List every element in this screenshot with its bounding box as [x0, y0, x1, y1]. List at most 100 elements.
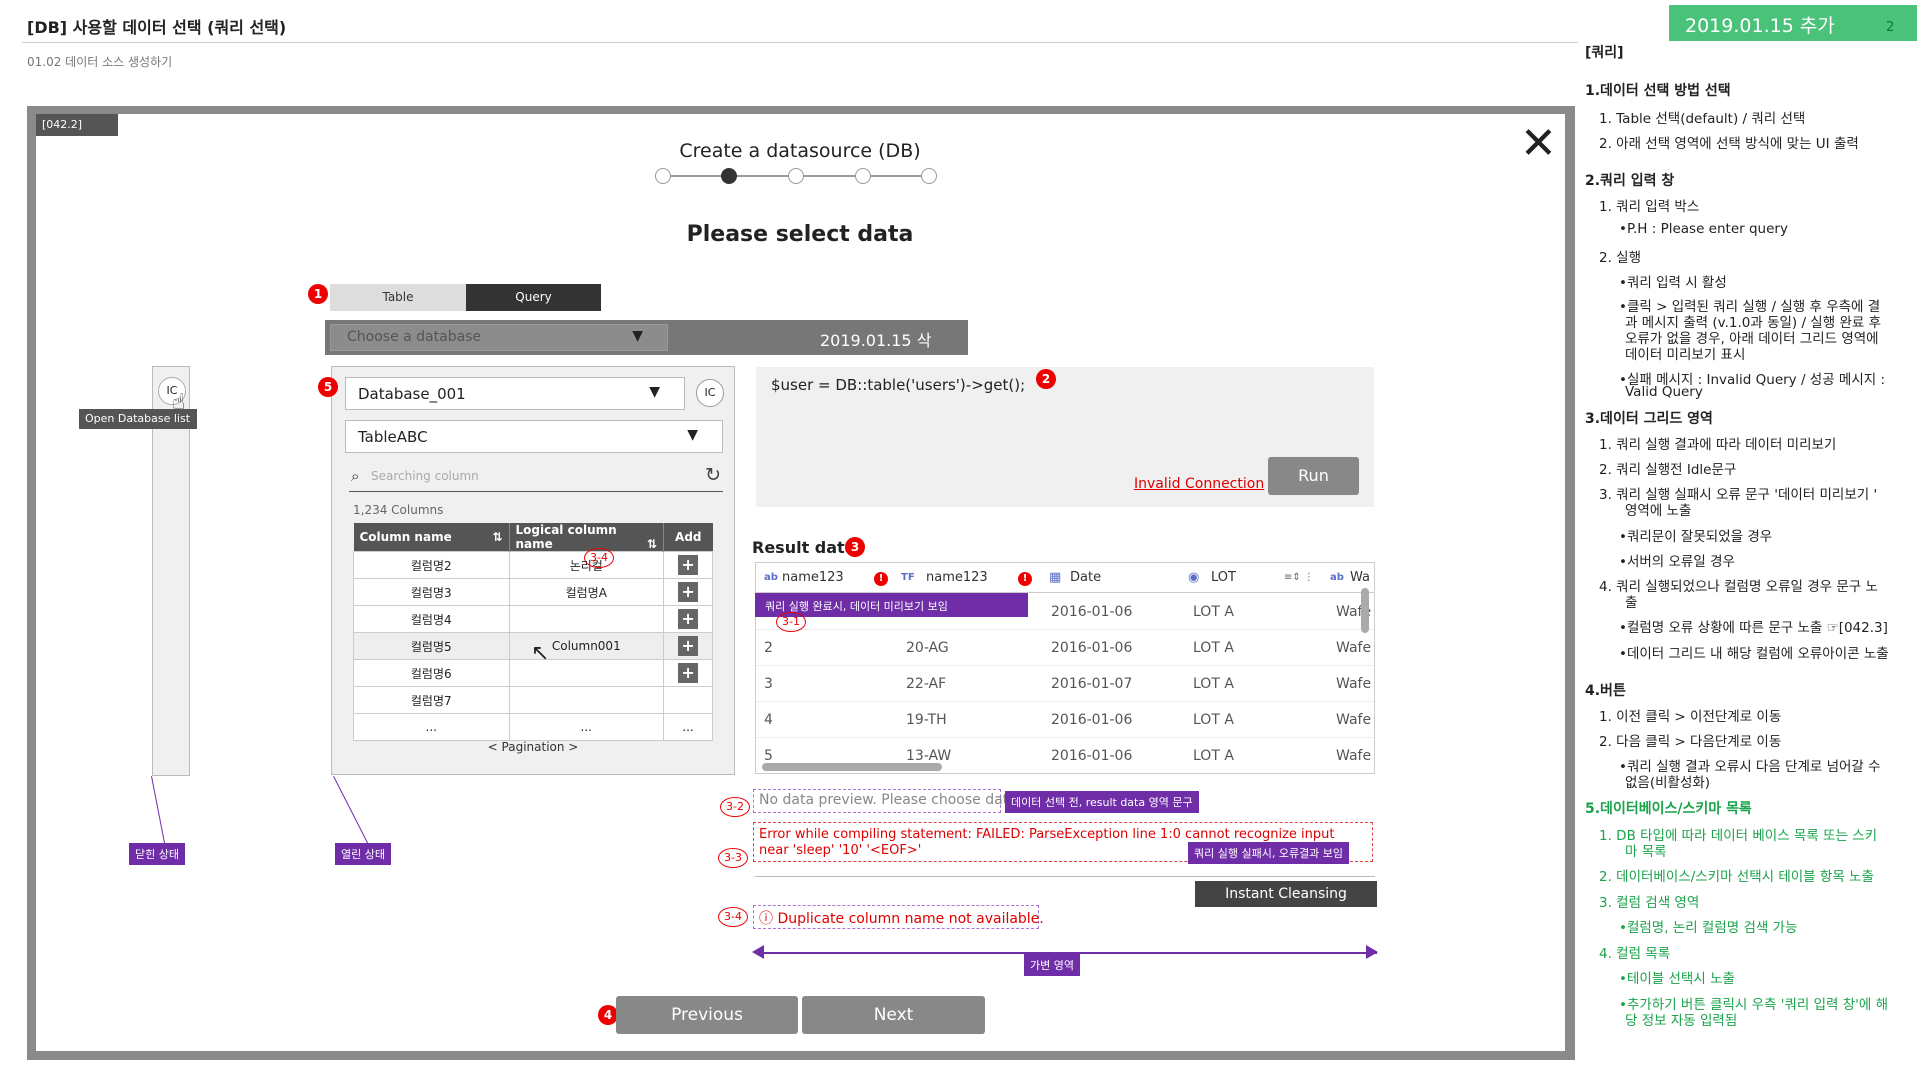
sort-icon[interactable]: ⇅: [647, 537, 657, 551]
note-line: 3. 컬럼 검색 영역: [1599, 895, 1700, 911]
grid-cell: Wafe: [1336, 748, 1372, 764]
header-divider: [22, 42, 1578, 43]
previous-button[interactable]: Previous: [616, 996, 798, 1034]
query-text[interactable]: $user = DB::table('users')->get();: [771, 376, 1025, 394]
add-column-button[interactable]: +: [678, 636, 699, 656]
note-line: •컬럼명, 논리 컬럼명 검색 가능: [1619, 920, 1798, 936]
grid-col-header[interactable]: name123: [926, 570, 988, 585]
logical-column-header-label: Logical column name: [515, 523, 617, 551]
sort-icon[interactable]: ≡⇕ ⋮: [1284, 572, 1314, 583]
refresh-icon[interactable]: ↻: [705, 464, 721, 486]
add-column-button[interactable]: +: [678, 582, 699, 602]
note-line: 1. 이전 클릭 > 이전단계로 이동: [1599, 709, 1782, 725]
step-dot: [855, 168, 871, 184]
note-line: 1. Table 선택(default) / 쿼리 선택: [1599, 111, 1806, 127]
vertical-scrollbar[interactable]: [1361, 588, 1369, 633]
info-icon: ⓘ: [759, 911, 778, 927]
annotation-badge-3-4: 3-4: [584, 548, 614, 568]
duplicate-text: Duplicate column name not available.: [777, 911, 1044, 927]
table-select[interactable]: TableABC ▼: [345, 420, 723, 453]
note-line: 4. 컬럼 목록: [1599, 946, 1671, 962]
string-type-icon: ab: [764, 572, 778, 583]
note-line: 데이터 미리보기 표시: [1625, 347, 1746, 363]
column-name-cell: ...: [353, 713, 510, 741]
arrow-right-icon: [1366, 945, 1378, 959]
grid-cell: 2: [764, 640, 773, 656]
error-icon: !: [1018, 572, 1032, 586]
database-select[interactable]: Database_001 ▼: [345, 377, 685, 410]
step-dot: [655, 168, 671, 184]
instant-cleansing-button[interactable]: Instant Cleansing: [1195, 881, 1377, 907]
note-line: •데이터 그리드 내 해당 컬럼에 오류아이콘 노출: [1619, 646, 1889, 662]
chevron-down-icon: ▼: [687, 427, 698, 443]
note-line: 없음(비활성화): [1625, 775, 1711, 791]
step-dot-current: [721, 168, 737, 184]
column-name-cell: 컬럼명4: [353, 605, 510, 633]
grid-col-header[interactable]: LOT: [1211, 570, 1236, 585]
run-button[interactable]: Run: [1268, 457, 1359, 495]
connection-status: Invalid Connection: [1134, 476, 1265, 492]
grid-cell: LOT A: [1193, 748, 1234, 764]
annotation-badge-3-3: 3-3: [718, 848, 748, 868]
search-icon: ⌕: [351, 467, 360, 485]
note-line: •컬럼명 오류 상황에 따른 문구 노출 ☞[042.3]: [1619, 620, 1888, 636]
chevron-down-icon: ▼: [632, 328, 643, 344]
add-column-button[interactable]: +: [678, 609, 699, 629]
cursor-icon: ↖: [531, 641, 550, 666]
logical-name-cell[interactable]: 컬럼명A: [508, 578, 665, 606]
note-line: 4.버튼: [1585, 683, 1626, 699]
column-name-header[interactable]: Column name ⇅: [353, 523, 510, 552]
grid-col-header[interactable]: Wa: [1350, 570, 1370, 585]
add-header: Add: [663, 523, 713, 552]
table-row: 컬럼명7: [353, 686, 713, 714]
annotation-badge-3: 3: [845, 537, 865, 557]
database-value: Database_001: [358, 385, 466, 403]
note-line: 2. 아래 선택 영역에 선택 방식에 맞는 UI 출력: [1599, 136, 1859, 152]
grid-col-header[interactable]: name123: [782, 570, 844, 585]
divider: [755, 876, 1375, 877]
grid-row: 2 20-AG 2016-01-06 LOT A Wafe: [756, 630, 1374, 666]
notes-heading: [쿼리]: [1585, 45, 1624, 61]
no-data-message: No data preview. Please choose data.: [753, 789, 1021, 813]
table-row: .........: [353, 713, 713, 741]
note-line: 당 정보 자동 입력됨: [1625, 1013, 1738, 1029]
version-banner: 2019.01.15 추가: [1669, 5, 1917, 41]
close-database-list-button[interactable]: IC: [696, 379, 724, 407]
table-row: 컬럼명2 논리컬 +: [353, 551, 713, 579]
query-mode-button[interactable]: Query: [466, 284, 601, 311]
logical-name-cell: ...: [508, 713, 665, 741]
note-line: •쿼리문이 잘못되었을 경우: [1619, 529, 1773, 545]
annotation-badge-4: 4: [598, 1005, 618, 1025]
pagination[interactable]: < Pagination >: [353, 740, 713, 754]
horizontal-scrollbar[interactable]: [762, 763, 942, 771]
next-button[interactable]: Next: [802, 996, 985, 1034]
dialog-title: Create a datasource (DB): [679, 140, 921, 162]
grid-row: 3 22-AF 2016-01-07 LOT A Wafe: [756, 666, 1374, 702]
note-line: 출: [1625, 595, 1638, 611]
annotation-badge-5: 5: [318, 377, 338, 397]
step-dot: [788, 168, 804, 184]
note-line: Valid Query: [1625, 384, 1703, 400]
annotation-badge-3-1: 3-1: [776, 612, 806, 632]
table-mode-button[interactable]: Table: [330, 284, 466, 311]
note-line: 2.쿼리 입력 창: [1585, 173, 1675, 189]
grid-col-header[interactable]: Date: [1070, 570, 1101, 585]
grid-cell: Wafe: [1336, 676, 1372, 692]
logical-name-cell[interactable]: [508, 605, 665, 633]
column-search-input[interactable]: ⌕ Searching column ↻: [349, 464, 723, 492]
add-column-button[interactable]: +: [678, 555, 699, 575]
sort-icon[interactable]: ⇅: [492, 530, 502, 544]
logical-name-cell[interactable]: [508, 686, 665, 714]
note-line: •쿼리 입력 시 활성: [1619, 275, 1727, 291]
grid-cell: Wafe: [1336, 712, 1372, 728]
note-line: 3.데이터 그리드 영역: [1585, 411, 1713, 427]
note-line: 2. 실행: [1599, 250, 1642, 266]
grid-header: ab name123 ! TF name123 ! ▦ Date ◉ LOT ≡…: [756, 563, 1374, 593]
pointer-hand-icon: ☝: [172, 390, 186, 415]
add-column-button[interactable]: +: [678, 663, 699, 683]
column-count: 1,234 Columns: [353, 503, 444, 517]
note-line: 영역에 노출: [1625, 503, 1692, 519]
logical-column-header[interactable]: Logical column name ⇅: [509, 523, 665, 552]
close-icon[interactable]: ✕: [1520, 122, 1557, 166]
section-heading: Please select data: [686, 222, 914, 247]
